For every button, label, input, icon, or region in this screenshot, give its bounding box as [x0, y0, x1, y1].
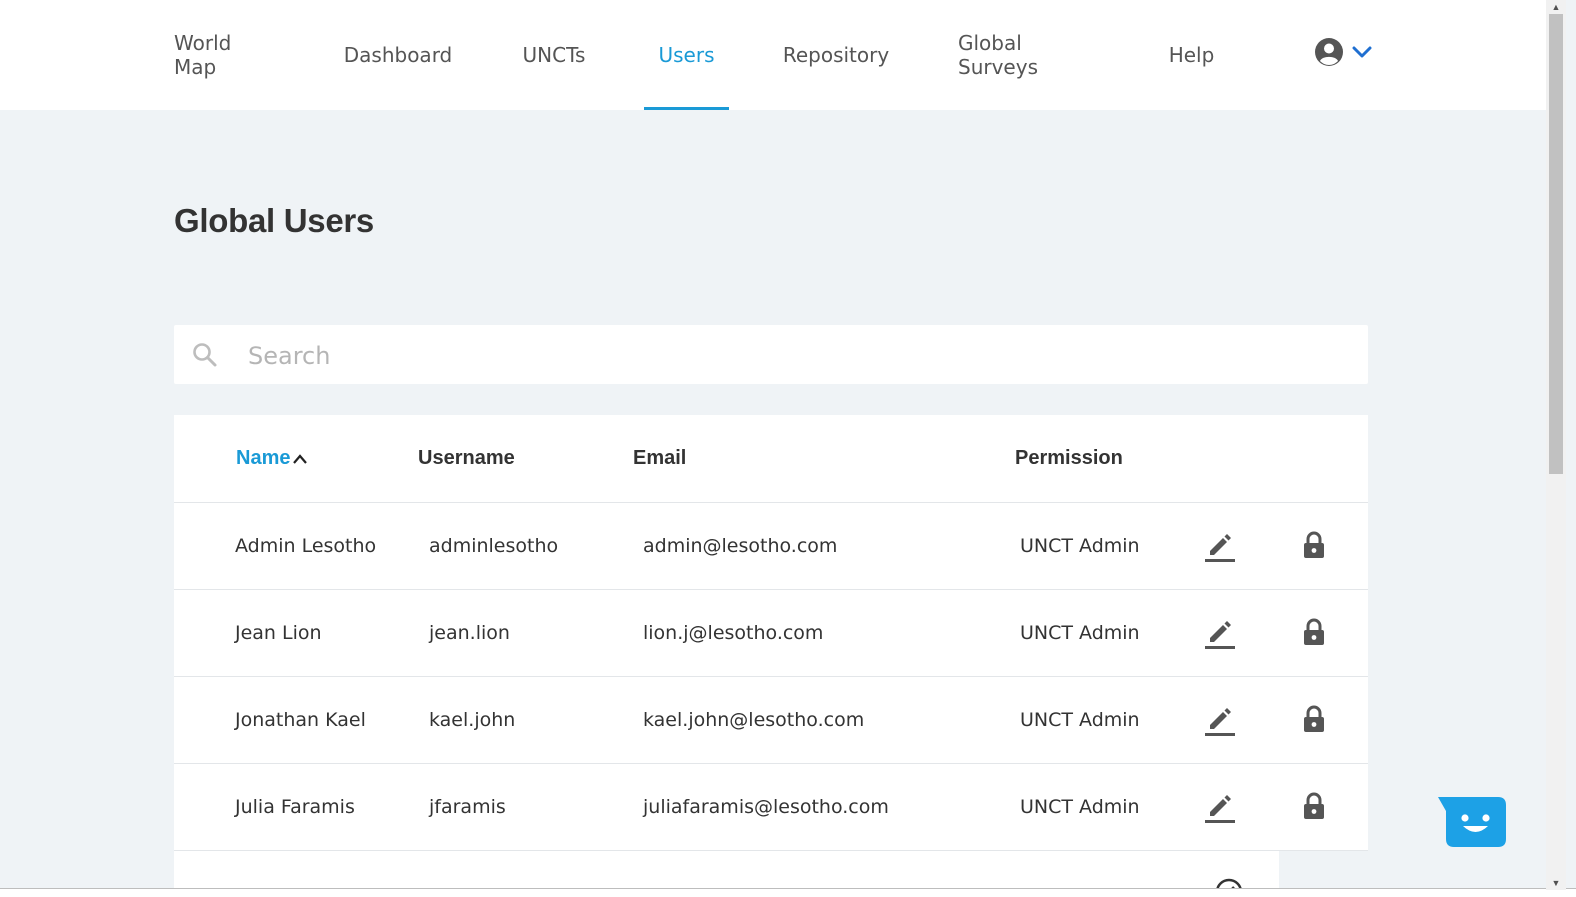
cell-username: jean.lion — [429, 622, 510, 644]
table-header: Name Username Email Permission — [174, 415, 1368, 503]
cell-email: juliafaramis@lesotho.com — [643, 796, 889, 818]
cell-permission: UNCT Admin — [1020, 535, 1140, 557]
cell-username: jfaramis — [429, 796, 506, 818]
scrollbar-thumb[interactable] — [1549, 14, 1563, 474]
cell-name: Julia Faramis — [235, 796, 355, 818]
cell-email: lion.j@lesotho.com — [643, 622, 824, 644]
column-header-permission[interactable]: Permission — [1015, 415, 1123, 502]
nav-dashboard[interactable]: Dashboard — [344, 0, 453, 110]
cell-username: adminlesotho — [429, 535, 559, 557]
edit-pencil-icon — [1205, 708, 1235, 736]
lock-icon — [1304, 531, 1324, 558]
cell-permission: UNCT Admin — [1020, 709, 1140, 731]
table-row: Julia Faramis jfaramis juliafaramis@leso… — [174, 764, 1368, 851]
edit-pencil-icon — [1205, 621, 1235, 649]
nav-global-surveys[interactable]: Global Surveys — [958, 0, 1098, 110]
search-icon — [192, 342, 218, 373]
scroll-down-arrow-icon[interactable]: ▼ — [1546, 876, 1566, 890]
sort-ascending-icon — [292, 453, 308, 465]
edit-user-button[interactable] — [1200, 525, 1240, 565]
lock-user-button[interactable] — [1294, 612, 1334, 652]
column-header-name-label: Name — [236, 447, 291, 469]
lock-icon — [1304, 705, 1324, 732]
cell-name: Jonathan Kael — [235, 709, 366, 731]
chat-widget-button[interactable] — [1438, 797, 1506, 847]
lock-user-button[interactable] — [1294, 699, 1334, 739]
edit-user-button[interactable] — [1200, 786, 1240, 826]
nav-users[interactable]: Users — [644, 0, 729, 110]
search-bar — [174, 325, 1368, 384]
search-input[interactable] — [246, 333, 1350, 379]
nav-world-map[interactable]: World Map — [174, 0, 274, 110]
edit-pencil-icon — [1205, 534, 1235, 562]
lock-icon — [1304, 792, 1324, 819]
cell-username: kael.john — [429, 709, 516, 731]
nav-help[interactable]: Help — [1169, 0, 1215, 110]
table-row: Admin Lesotho adminlesotho admin@lesotho… — [174, 503, 1368, 590]
lock-user-button[interactable] — [1294, 525, 1334, 565]
users-table: Name Username Email Permission Admin Les… — [174, 415, 1368, 851]
lock-icon — [1304, 618, 1324, 645]
cell-permission: UNCT Admin — [1020, 622, 1140, 644]
table-row: Jean Lion jean.lion lion.j@lesotho.com U… — [174, 590, 1368, 677]
cell-permission: UNCT Admin — [1020, 796, 1140, 818]
edit-pencil-icon — [1205, 795, 1235, 823]
chevron-down-icon — [1352, 45, 1372, 64]
user-circle-icon — [1314, 37, 1344, 72]
edit-user-button[interactable] — [1200, 699, 1240, 739]
account-menu[interactable] — [1314, 36, 1372, 72]
scroll-up-arrow-icon[interactable]: ▲ — [1546, 0, 1566, 14]
column-header-email[interactable]: Email — [633, 415, 686, 502]
vertical-scrollbar[interactable]: ▲ ▼ — [1546, 0, 1566, 890]
nav-repository[interactable]: Repository — [783, 0, 889, 110]
cell-email: kael.john@lesotho.com — [643, 709, 865, 731]
cell-name: Jean Lion — [235, 622, 322, 644]
lock-user-button[interactable] — [1294, 786, 1334, 826]
column-header-name[interactable]: Name — [236, 415, 308, 502]
cell-email: admin@lesotho.com — [643, 535, 838, 557]
edit-user-button[interactable] — [1200, 612, 1240, 652]
nav-uncts[interactable]: UNCTs — [521, 0, 587, 110]
chat-smiley-icon — [1438, 797, 1506, 847]
column-header-username[interactable]: Username — [418, 415, 515, 502]
table-row: Jonathan Kael kael.john kael.john@lesoth… — [174, 677, 1368, 764]
top-navigation: World Map Dashboard UNCTs Users Reposito… — [0, 0, 1546, 110]
page-title: Global Users — [174, 202, 374, 239]
cell-name: Admin Lesotho — [235, 535, 377, 557]
